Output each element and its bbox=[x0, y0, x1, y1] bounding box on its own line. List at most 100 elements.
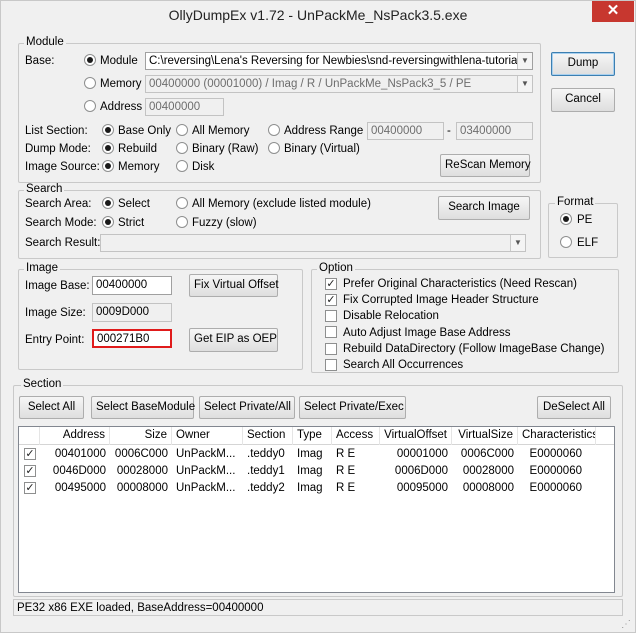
select-private-exec-button[interactable]: Select Private/Exec bbox=[299, 396, 406, 419]
module-path-combo[interactable]: C:\reversing\Lena's Reversing for Newbie… bbox=[145, 52, 533, 70]
rebuild-label[interactable]: Rebuild bbox=[118, 142, 157, 156]
address-radio-label[interactable]: Address bbox=[100, 100, 142, 114]
column-header-characteristics[interactable]: Characteristics bbox=[518, 427, 596, 445]
table-row[interactable]: ✓ 0046D000 00028000 UnPackM... .teddy1 I… bbox=[19, 463, 614, 480]
option-checkbox[interactable]: ✓ bbox=[325, 294, 337, 306]
rebuild-radio[interactable] bbox=[102, 142, 114, 154]
chevron-down-icon[interactable]: ▼ bbox=[517, 53, 532, 69]
memory-combo[interactable]: 00400000 (00001000) / Imag / R / UnPackM… bbox=[145, 75, 533, 93]
image-size-field[interactable]: 0009D000 bbox=[92, 303, 172, 322]
deselect-all-button[interactable]: DeSelect All bbox=[537, 396, 611, 419]
rescan-memory-button[interactable]: ReScan Memory bbox=[440, 154, 531, 177]
fuzzy-radio[interactable] bbox=[176, 216, 188, 228]
column-header-virtualoffset[interactable]: VirtualOffset bbox=[380, 427, 452, 445]
section-list[interactable]: Address Size Owner Section Type Access V… bbox=[18, 426, 615, 593]
close-button[interactable]: ✕ bbox=[592, 1, 634, 22]
address-radio[interactable] bbox=[84, 100, 96, 112]
image-base-field[interactable]: 00400000 bbox=[92, 276, 172, 295]
column-header-virtualsize[interactable]: VirtualSize bbox=[452, 427, 518, 445]
cell-access: R E bbox=[336, 465, 356, 477]
search-select-label[interactable]: Select bbox=[118, 197, 150, 211]
binary-raw-radio[interactable] bbox=[176, 142, 188, 154]
column-header-access[interactable]: Access bbox=[332, 427, 380, 445]
elf-label[interactable]: ELF bbox=[577, 236, 598, 250]
cell-access: R E bbox=[336, 448, 356, 460]
address-range-label[interactable]: Address Range bbox=[284, 124, 363, 138]
dump-button[interactable]: Dump bbox=[551, 52, 615, 76]
base-only-label[interactable]: Base Only bbox=[118, 124, 171, 138]
option-label[interactable]: Rebuild DataDirectory (Follow ImageBase … bbox=[343, 342, 604, 356]
module-radio-label[interactable]: Module bbox=[100, 54, 138, 68]
range-from-field[interactable]: 00400000 bbox=[367, 122, 444, 140]
row-checkbox[interactable]: ✓ bbox=[24, 465, 36, 477]
cell-characteristics: E0000060 bbox=[529, 448, 582, 460]
format-group-label: Format bbox=[555, 196, 596, 208]
search-all-memory-radio[interactable] bbox=[176, 197, 188, 209]
table-row[interactable]: ✓ 00401000 0006C000 UnPackM... .teddy0 I… bbox=[19, 446, 614, 463]
search-all-memory-label[interactable]: All Memory (exclude listed module) bbox=[192, 197, 371, 211]
column-header-owner[interactable]: Owner bbox=[172, 427, 243, 445]
memory-radio-label[interactable]: Memory bbox=[100, 77, 142, 91]
pe-label[interactable]: PE bbox=[577, 213, 592, 227]
fix-virtual-offset-button[interactable]: Fix Virtual Offset bbox=[189, 274, 279, 297]
cancel-button[interactable]: Cancel bbox=[551, 88, 615, 112]
column-header-address[interactable]: Address bbox=[40, 427, 110, 445]
cell-virtualsize: 0006C000 bbox=[460, 448, 514, 460]
select-basemodule-button[interactable]: Select BaseModule bbox=[91, 396, 195, 419]
get-eip-as-oep-button[interactable]: Get EIP as OEP bbox=[189, 328, 278, 352]
binary-virtual-label[interactable]: Binary (Virtual) bbox=[284, 142, 360, 156]
option-label[interactable]: Auto Adjust Image Base Address bbox=[343, 326, 511, 340]
address-field[interactable]: 00400000 bbox=[145, 98, 224, 116]
column-header-size[interactable]: Size bbox=[110, 427, 172, 445]
window-title: OllyDumpEx v1.72 - UnPackMe_NsPack3.5.ex… bbox=[168, 7, 468, 23]
base-only-radio[interactable] bbox=[102, 124, 114, 136]
disk-source-radio[interactable] bbox=[176, 160, 188, 172]
address-range-radio[interactable] bbox=[268, 124, 280, 136]
select-private-all-button[interactable]: Select Private/All bbox=[199, 396, 295, 419]
row-checkbox[interactable]: ✓ bbox=[24, 448, 36, 460]
elf-radio[interactable] bbox=[560, 236, 572, 248]
column-header-type[interactable]: Type bbox=[293, 427, 332, 445]
strict-label[interactable]: Strict bbox=[118, 216, 144, 230]
memory-source-radio[interactable] bbox=[102, 160, 114, 172]
range-to-field[interactable]: 03400000 bbox=[456, 122, 533, 140]
chevron-down-icon[interactable]: ▼ bbox=[510, 235, 525, 251]
cell-characteristics: E0000060 bbox=[529, 482, 582, 494]
option-checkbox[interactable] bbox=[325, 310, 337, 322]
search-result-combo[interactable]: ▼ bbox=[100, 234, 526, 252]
chevron-down-icon[interactable]: ▼ bbox=[517, 76, 532, 92]
option-checkbox[interactable] bbox=[325, 326, 337, 338]
select-all-button[interactable]: Select All bbox=[19, 396, 84, 419]
row-checkbox[interactable]: ✓ bbox=[24, 482, 36, 494]
option-label[interactable]: Search All Occurrences bbox=[343, 358, 463, 372]
strict-radio[interactable] bbox=[102, 216, 114, 228]
search-select-radio[interactable] bbox=[102, 197, 114, 209]
pe-radio[interactable] bbox=[560, 213, 572, 225]
binary-raw-label[interactable]: Binary (Raw) bbox=[192, 142, 258, 156]
column-header-check[interactable] bbox=[19, 427, 40, 445]
option-checkbox[interactable] bbox=[325, 343, 337, 355]
option-label[interactable]: Disable Relocation bbox=[343, 309, 439, 323]
memory-source-label[interactable]: Memory bbox=[118, 160, 160, 174]
option-checkbox[interactable]: ✓ bbox=[325, 278, 337, 290]
status-text: PE32 x86 EXE loaded, BaseAddress=0040000… bbox=[17, 602, 264, 614]
option-label[interactable]: Prefer Original Characteristics (Need Re… bbox=[343, 277, 577, 291]
section-list-header: Address Size Owner Section Type Access V… bbox=[19, 427, 614, 445]
memory-value: 00400000 (00001000) / Imag / R / UnPackM… bbox=[149, 78, 472, 90]
all-memory-radio[interactable] bbox=[176, 124, 188, 136]
entry-point-field[interactable]: 000271B0 bbox=[92, 329, 172, 348]
memory-radio[interactable] bbox=[84, 77, 96, 89]
disk-source-label[interactable]: Disk bbox=[192, 160, 214, 174]
binary-virtual-radio[interactable] bbox=[268, 142, 280, 154]
column-header-section[interactable]: Section bbox=[243, 427, 293, 445]
all-memory-label[interactable]: All Memory bbox=[192, 124, 250, 138]
search-image-button[interactable]: Search Image bbox=[438, 196, 530, 220]
option-label[interactable]: Fix Corrupted Image Header Structure bbox=[343, 293, 539, 307]
table-row[interactable]: ✓ 00495000 00008000 UnPackM... .teddy2 I… bbox=[19, 480, 614, 497]
cell-section: .teddy2 bbox=[247, 482, 285, 494]
option-checkbox[interactable] bbox=[325, 359, 337, 371]
resize-grip-icon[interactable]: ⋰ bbox=[621, 619, 633, 631]
fuzzy-label[interactable]: Fuzzy (slow) bbox=[192, 216, 257, 230]
cell-section: .teddy0 bbox=[247, 448, 285, 460]
module-radio[interactable] bbox=[84, 54, 96, 66]
